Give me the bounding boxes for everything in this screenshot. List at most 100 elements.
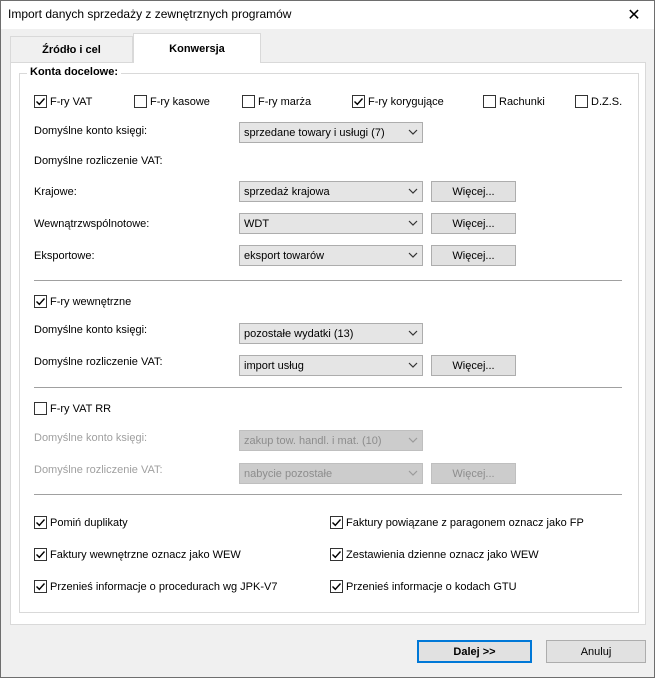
checkbox-gtu-codes[interactable]: Przenieś informacje o kodach GTU <box>330 580 517 593</box>
checkbox-box[interactable] <box>242 95 255 108</box>
checkbox-label: Faktury wewnętrzne oznacz jako WEW <box>50 548 241 561</box>
checkbox-label: F-ry VAT RR <box>50 402 112 415</box>
tab-label: Źródło i cel <box>42 43 101 56</box>
rr-vat-select[interactable]: nabycie pozostałe <box>239 463 423 484</box>
checkbox-box[interactable] <box>330 516 343 529</box>
checkbox-box[interactable] <box>330 580 343 593</box>
tab-conversion[interactable]: Konwersja <box>133 33 261 63</box>
intra-community-vat-select[interactable]: WDT <box>239 213 423 234</box>
chevron-down-icon <box>408 437 418 443</box>
checkbox-label: Przenieś informacje o kodach GTU <box>346 580 517 593</box>
select-value: zakup tow. handl. i mat. (10) <box>244 434 382 447</box>
rr-account-label: Domyślne konto księgi: <box>34 432 148 444</box>
checkbox-box[interactable] <box>34 295 47 308</box>
checkbox-fry-vat[interactable]: F-ry VAT <box>34 95 92 108</box>
checkbox-dzs[interactable]: D.Z.S. <box>575 95 622 108</box>
checkbox-internal-wew[interactable]: Faktury wewnętrzne oznacz jako WEW <box>34 548 241 561</box>
checkbox-label: F-ry wewnętrzne <box>50 295 132 308</box>
checkbox-label: F-ry kasowe <box>150 95 210 108</box>
checkbox-daily-wew[interactable]: Zestawienia dzienne oznacz jako WEW <box>330 548 539 561</box>
more-internal-button[interactable]: Więcej... <box>431 355 516 376</box>
chevron-down-icon <box>408 129 418 135</box>
select-value: nabycie pozostałe <box>244 467 333 480</box>
checkbox-box[interactable] <box>34 516 47 529</box>
rr-account-select[interactable]: zakup tow. handl. i mat. (10) <box>239 430 423 451</box>
divider <box>34 494 622 495</box>
checkmark-icon <box>332 519 342 527</box>
select-value: WDT <box>244 217 270 230</box>
checkbox-box[interactable] <box>134 95 147 108</box>
next-button[interactable]: Dalej >> <box>417 640 532 663</box>
target-accounts-group: Konta docelowe: F-ry VAT F-ry kasowe F-r… <box>19 66 639 613</box>
checkbox-label: Zestawienia dzienne oznacz jako WEW <box>346 548 539 561</box>
checkbox-label: D.Z.S. <box>591 95 623 108</box>
chevron-down-icon <box>408 252 418 258</box>
checkbox-box[interactable] <box>352 95 365 108</box>
rr-vat-label: Domyślne rozliczenie VAT: <box>34 464 163 476</box>
checkmark-icon <box>354 98 364 106</box>
checkbox-box[interactable] <box>483 95 496 108</box>
select-value: eksport towarów <box>244 249 325 262</box>
cancel-button[interactable]: Anuluj <box>546 640 646 663</box>
checkbox-label: Pomiń duplikaty <box>50 516 128 529</box>
chevron-down-icon <box>408 362 418 368</box>
checkmark-icon <box>36 519 46 527</box>
checkbox-jpk-procedures[interactable]: Przenieś informacje o procedurach wg JPK… <box>34 580 277 593</box>
checkbox-fry-korygujace[interactable]: F-ry korygujące <box>352 95 444 108</box>
chevron-down-icon <box>408 330 418 336</box>
group-title: Konta docelowe: <box>27 66 122 78</box>
checkmark-icon <box>36 551 46 559</box>
checkbox-label: F-ry VAT <box>50 95 93 108</box>
checkbox-box[interactable] <box>34 402 47 415</box>
title-bar: Import danych sprzedaży z zewnętrznych p… <box>1 1 654 29</box>
domestic-label: Krajowe: <box>34 186 77 198</box>
checkbox-skip-duplicates[interactable]: Pomiń duplikaty <box>34 516 128 529</box>
tab-source-target[interactable]: Źródło i cel <box>10 36 133 62</box>
domestic-vat-select[interactable]: sprzedaż krajowa <box>239 181 423 202</box>
checkbox-label: Przenieś informacje o procedurach wg JPK… <box>50 580 278 593</box>
close-icon: ✕ <box>627 7 641 24</box>
import-dialog: Import danych sprzedaży z zewnętrznych p… <box>0 0 655 678</box>
select-value: pozostałe wydatki (13) <box>244 327 354 340</box>
checkbox-label: F-ry korygujące <box>368 95 444 108</box>
checkbox-box[interactable] <box>575 95 588 108</box>
checkbox-label: F-ry marża <box>258 95 312 108</box>
checkbox-fry-marza[interactable]: F-ry marża <box>242 95 311 108</box>
close-button[interactable]: ✕ <box>614 1 654 29</box>
export-vat-select[interactable]: eksport towarów <box>239 245 423 266</box>
divider <box>34 280 622 281</box>
internal-account-label: Domyślne konto księgi: <box>34 324 148 336</box>
more-rr-button[interactable]: Więcej... <box>431 463 516 484</box>
checkbox-label: Rachunki <box>499 95 545 108</box>
checkbox-mark-fp[interactable]: Faktury powiązane z paragonem oznacz jak… <box>330 516 584 529</box>
internal-account-select[interactable]: pozostałe wydatki (13) <box>239 323 423 344</box>
checkbox-rachunki[interactable]: Rachunki <box>483 95 545 108</box>
internal-vat-select[interactable]: import usług <box>239 355 423 376</box>
more-intra-community-button[interactable]: Więcej... <box>431 213 516 234</box>
default-account-select[interactable]: sprzedane towary i usługi (7) <box>239 122 423 143</box>
checkbox-fry-wewnetrzne[interactable]: F-ry wewnętrzne <box>34 295 131 308</box>
checkbox-box[interactable] <box>34 580 47 593</box>
more-export-button[interactable]: Więcej... <box>431 245 516 266</box>
window-title: Import danych sprzedaży z zewnętrznych p… <box>8 7 292 21</box>
select-value: sprzedane towary i usługi (7) <box>244 126 385 139</box>
chevron-down-icon <box>408 470 418 476</box>
checkbox-box[interactable] <box>330 548 343 561</box>
chevron-down-icon <box>408 220 418 226</box>
default-vat-label: Domyślne rozliczenie VAT: <box>34 155 163 167</box>
more-domestic-button[interactable]: Więcej... <box>431 181 516 202</box>
checkmark-icon <box>36 98 46 106</box>
checkmark-icon <box>332 583 342 591</box>
divider <box>34 387 622 388</box>
checkbox-fry-kasowe[interactable]: F-ry kasowe <box>134 95 210 108</box>
select-value: sprzedaż krajowa <box>244 185 330 198</box>
intra-community-label: Wewnątrzwspólnotowe: <box>34 218 150 230</box>
checkmark-icon <box>332 551 342 559</box>
select-value: import usług <box>244 359 304 372</box>
checkbox-box[interactable] <box>34 95 47 108</box>
tab-label: Konwersja <box>169 42 225 55</box>
checkmark-icon <box>36 298 46 306</box>
checkbox-label: Faktury powiązane z paragonem oznacz jak… <box>346 516 584 529</box>
checkbox-fry-vat-rr[interactable]: F-ry VAT RR <box>34 402 111 415</box>
checkbox-box[interactable] <box>34 548 47 561</box>
